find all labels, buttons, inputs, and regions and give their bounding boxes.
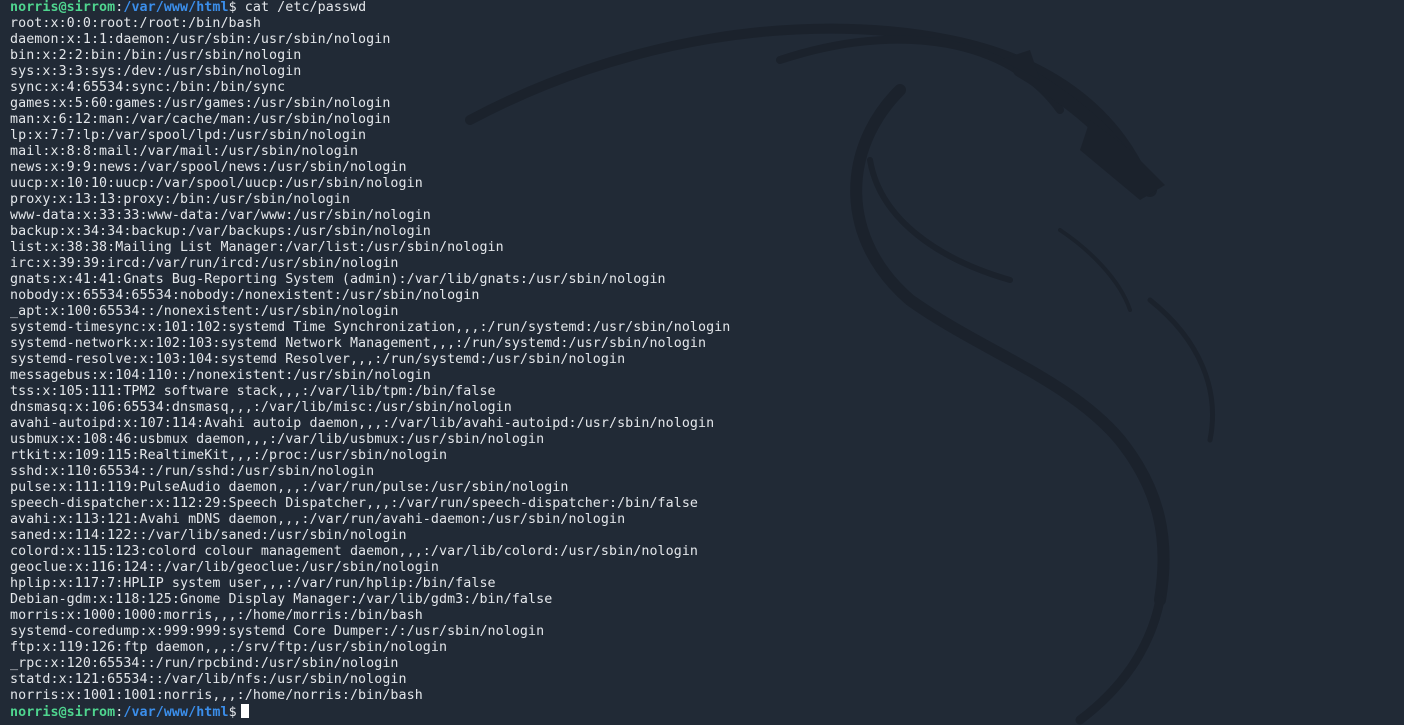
output-line: proxy:x:13:13:proxy:/bin:/usr/sbin/nolog… xyxy=(10,192,350,207)
output-line: bin:x:2:2:bin:/bin:/usr/sbin/nologin xyxy=(10,48,302,63)
output-line: avahi:x:113:121:Avahi mDNS daemon,,,:/va… xyxy=(10,512,626,527)
output-line: geoclue:x:116:124::/var/lib/geoclue:/usr… xyxy=(10,560,439,575)
output-line: games:x:5:60:games:/usr/games:/usr/sbin/… xyxy=(10,96,391,111)
output-line: hplip:x:117:7:HPLIP system user,,,:/var/… xyxy=(10,576,496,591)
output-line: lp:x:7:7:lp:/var/spool/lpd:/usr/sbin/nol… xyxy=(10,128,367,143)
output-line: news:x:9:9:news:/var/spool/news:/usr/sbi… xyxy=(10,160,407,175)
output-line: irc:x:39:39:ircd:/var/run/ircd:/usr/sbin… xyxy=(10,256,399,271)
output-line: root:x:0:0:root:/root:/bin/bash xyxy=(10,16,261,31)
output-line: sshd:x:110:65534::/run/sshd:/usr/sbin/no… xyxy=(10,464,375,479)
output-line: rtkit:x:109:115:RealtimeKit,,,:/proc:/us… xyxy=(10,448,448,463)
output-line: _rpc:x:120:65534::/run/rpcbind:/usr/sbin… xyxy=(10,656,399,671)
output-line: list:x:38:38:Mailing List Manager:/var/l… xyxy=(10,240,504,255)
output-line: Debian-gdm:x:118:125:Gnome Display Manag… xyxy=(10,592,553,607)
output-line: _apt:x:100:65534::/nonexistent:/usr/sbin… xyxy=(10,304,399,319)
terminal-output[interactable]: norris@sirrom:/var/www/html$ cat /etc/pa… xyxy=(10,0,1390,725)
output-line: systemd-timesync:x:101:102:systemd Time … xyxy=(10,320,731,335)
prompt-symbol: $ xyxy=(228,0,237,15)
output-line: norris:x:1001:1001:norris,,,:/home/norri… xyxy=(10,688,423,703)
prompt-symbol: $ xyxy=(228,705,237,720)
text-cursor[interactable] xyxy=(240,704,249,718)
output-line: uucp:x:10:10:uucp:/var/spool/uucp:/usr/s… xyxy=(10,176,423,191)
output-line: systemd-coredump:x:999:999:systemd Core … xyxy=(10,624,545,639)
output-line: sys:x:3:3:sys:/dev:/usr/sbin/nologin xyxy=(10,64,302,79)
output-line: avahi-autoipd:x:107:114:Avahi autoip dae… xyxy=(10,416,715,431)
prompt-path: /var/www/html xyxy=(123,705,229,720)
prompt-path: /var/www/html xyxy=(123,0,229,15)
output-line: statd:x:121:65534::/var/lib/nfs:/usr/sbi… xyxy=(10,672,407,687)
output-line: ftp:x:119:126:ftp daemon,,,:/srv/ftp:/us… xyxy=(10,640,448,655)
output-line: tss:x:105:111:TPM2 software stack,,,:/va… xyxy=(10,384,496,399)
output-line: pulse:x:111:119:PulseAudio daemon,,,:/va… xyxy=(10,480,569,495)
output-line: www-data:x:33:33:www-data:/var/www:/usr/… xyxy=(10,208,431,223)
output-line: dnsmasq:x:106:65534:dnsmasq,,,:/var/lib/… xyxy=(10,400,512,415)
command-text: cat /etc/passwd xyxy=(236,0,367,15)
output-line: usbmux:x:108:46:usbmux daemon,,,:/var/li… xyxy=(10,432,545,447)
output-line: systemd-network:x:102:103:systemd Networ… xyxy=(10,336,707,351)
output-line: speech-dispatcher:x:112:29:Speech Dispat… xyxy=(10,496,699,511)
output-line: sync:x:4:65534:sync:/bin:/bin/sync xyxy=(10,80,286,95)
output-line: gnats:x:41:41:Gnats Bug-Reporting System… xyxy=(10,272,666,287)
output-line: messagebus:x:104:110::/nonexistent:/usr/… xyxy=(10,368,431,383)
output-line: morris:x:1000:1000:morris,,,:/home/morri… xyxy=(10,608,423,623)
output-line: mail:x:8:8:mail:/var/mail:/usr/sbin/nolo… xyxy=(10,144,359,159)
command-line: norris@sirrom:/var/www/html$ cat /etc/pa… xyxy=(10,0,1390,16)
command-output: root:x:0:0:root:/root:/bin/bash daemon:x:… xyxy=(10,16,1390,704)
output-line: man:x:6:12:man:/var/cache/man:/usr/sbin/… xyxy=(10,112,391,127)
output-line: backup:x:34:34:backup:/var/backups:/usr/… xyxy=(10,224,431,239)
output-line: colord:x:115:123:colord colour managemen… xyxy=(10,544,699,559)
output-line: daemon:x:1:1:daemon:/usr/sbin:/usr/sbin/… xyxy=(10,32,391,47)
prompt-user-host: norris@sirrom xyxy=(10,0,116,15)
output-line: saned:x:114:122::/var/lib/saned:/usr/sbi… xyxy=(10,528,407,543)
prompt-user-host: norris@sirrom xyxy=(10,705,116,720)
output-line: systemd-resolve:x:103:104:systemd Resolv… xyxy=(10,352,626,367)
active-prompt-line[interactable]: norris@sirrom:/var/www/html$ xyxy=(10,704,1390,720)
output-line: nobody:x:65534:65534:nobody:/nonexistent… xyxy=(10,288,480,303)
